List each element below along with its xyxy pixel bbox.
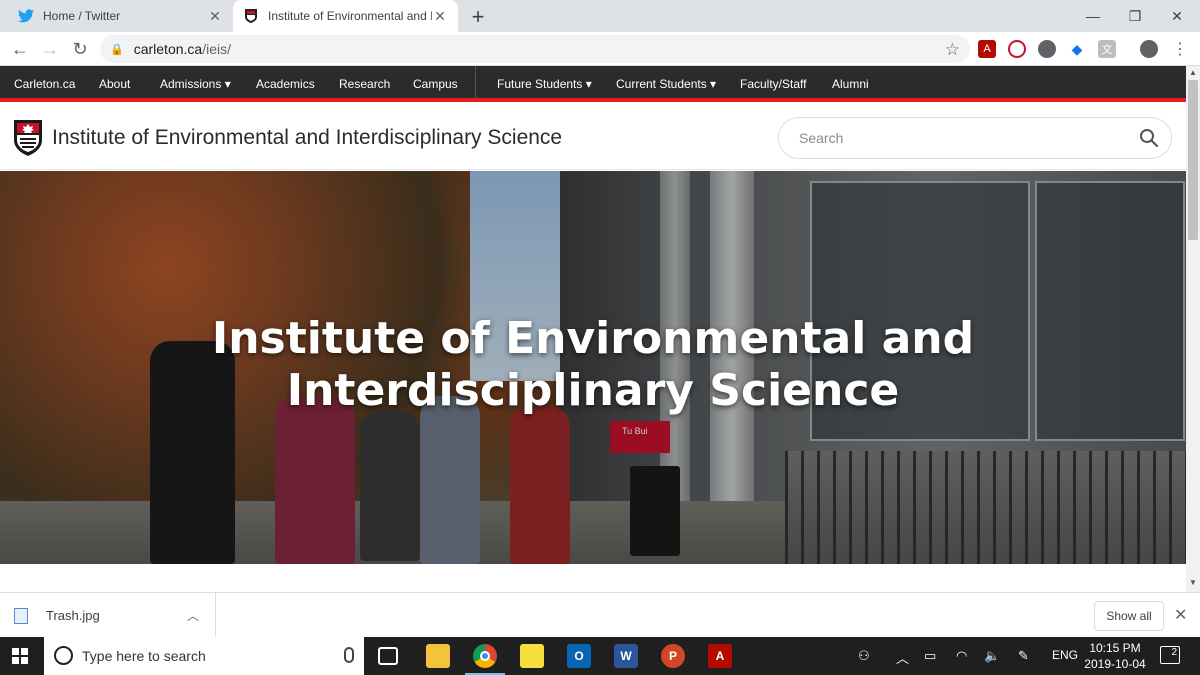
url-path: /ieis/ — [202, 41, 231, 57]
pen-workspace-icon[interactable]: ✎ — [1018, 648, 1029, 664]
tab-institute[interactable]: Institute of Environmental and Ir ✕ — [233, 0, 458, 32]
show-all-button[interactable]: Show all — [1094, 601, 1164, 631]
nav-divider — [475, 66, 476, 102]
site-title[interactable]: Institute of Environmental and Interdisc… — [52, 126, 562, 150]
close-tab-icon[interactable]: ✕ — [207, 8, 223, 25]
lock-icon: 🔒 — [110, 43, 124, 56]
address-bar[interactable]: 🔒 carleton.ca/ieis/ ☆ — [100, 35, 970, 63]
download-item[interactable]: Trash.jpg ︿ — [0, 593, 216, 638]
site-top-nav: Carleton.ca About Admissions ▾ Academics… — [0, 66, 1186, 102]
task-view-icon[interactable] — [378, 647, 398, 665]
wifi-icon[interactable]: ◠ — [956, 648, 967, 664]
browser-toolbar: ← → ↻ 🔒 carleton.ca/ieis/ ☆ A ◆ 文 ⋮ — [0, 32, 1200, 66]
nav-item-campus[interactable]: Campus — [413, 77, 458, 91]
twitter-bird-icon — [18, 8, 34, 24]
hero-banner: Tu Bui Institute of Environmental and In… — [0, 171, 1186, 564]
language-indicator[interactable]: ENG — [1052, 648, 1078, 662]
search-placeholder: Search — [799, 130, 844, 146]
browser-tab-strip: Home / Twitter ✕ Institute of Environmen… — [0, 0, 1200, 32]
extension-blue-icon[interactable]: ◆ — [1068, 40, 1086, 58]
nav-item-alumni[interactable]: Alumni — [832, 77, 869, 91]
file-explorer-icon[interactable] — [426, 644, 450, 668]
scrollbar-thumb[interactable] — [1188, 80, 1198, 240]
reload-icon[interactable]: ↻ — [68, 37, 92, 61]
image-file-icon — [14, 607, 28, 624]
profile-avatar-icon[interactable] — [1140, 40, 1158, 58]
search-icon[interactable] — [1139, 128, 1159, 148]
tab-twitter[interactable]: Home / Twitter ✕ — [8, 0, 233, 32]
scroll-down-arrow-icon[interactable]: ▼ — [1188, 578, 1198, 590]
taskbar-clock[interactable]: 10:15 PM 2019-10-04 — [1078, 640, 1152, 672]
acrobat-extension-icon[interactable]: A — [978, 40, 996, 58]
bookmark-star-icon[interactable]: ☆ — [945, 40, 960, 60]
hero-title-line-1: Institute of Environmental and — [211, 313, 975, 364]
windows-taskbar: Type here to search O W P A ⚇ ︿ ▭ ◠ 🔈 ✎ … — [0, 637, 1200, 675]
show-hidden-icons-chevron-icon[interactable]: ︿ — [896, 648, 909, 667]
scroll-up-arrow-icon[interactable]: ▲ — [1188, 68, 1198, 80]
new-tab-button[interactable]: + — [466, 4, 490, 30]
forward-arrow-icon[interactable]: → — [38, 37, 62, 61]
back-arrow-icon[interactable]: ← — [8, 37, 32, 61]
carleton-shield-logo[interactable] — [14, 120, 42, 156]
minimize-window-icon[interactable]: — — [1072, 0, 1114, 32]
microphone-icon[interactable] — [344, 647, 354, 663]
tab-title: Home / Twitter — [43, 9, 121, 23]
extension-grey-square-icon[interactable]: 文 — [1098, 40, 1116, 58]
nav-item-current-students[interactable]: Current Students ▾ — [616, 77, 716, 91]
nav-item-faculty-staff[interactable]: Faculty/Staff — [740, 77, 806, 91]
clock-time: 10:15 PM — [1089, 641, 1141, 655]
powerpoint-icon[interactable]: P — [661, 644, 685, 668]
site-header: Institute of Environmental and Interdisc… — [0, 106, 1186, 170]
page-scrollbar[interactable]: ▲ ▼ — [1186, 66, 1200, 592]
nav-item-admissions[interactable]: Admissions ▾ — [160, 77, 231, 91]
nav-item-future-students[interactable]: Future Students ▾ — [497, 77, 592, 91]
battery-icon[interactable]: ▭ — [924, 648, 936, 664]
hero-title: Institute of Environmental and Interdisc… — [0, 313, 1186, 417]
notification-count: 2 — [1171, 647, 1177, 658]
close-tab-icon[interactable]: ✕ — [432, 8, 448, 25]
volume-icon[interactable]: 🔈 — [984, 648, 1000, 664]
tab-title: Institute of Environmental and Ir — [268, 9, 432, 23]
cortana-circle-icon[interactable] — [54, 646, 73, 665]
carleton-shield-icon — [243, 8, 259, 24]
action-center-icon[interactable]: 2 — [1160, 646, 1180, 664]
acrobat-reader-icon[interactable]: A — [708, 644, 732, 668]
clock-date: 2019-10-04 — [1084, 657, 1146, 671]
nav-item-academics[interactable]: Academics — [256, 77, 315, 91]
people-icon[interactable]: ⚇ — [858, 648, 870, 664]
download-shelf: Trash.jpg ︿ Show all ✕ — [0, 592, 1200, 638]
menu-kebab-icon[interactable]: ⋮ — [1168, 37, 1192, 61]
taskbar-search-box[interactable]: Type here to search — [44, 637, 364, 675]
close-window-icon[interactable]: ✕ — [1156, 0, 1198, 32]
chevron-up-icon[interactable]: ︿ — [187, 607, 199, 624]
restore-window-icon[interactable]: ❐ — [1114, 0, 1156, 32]
url-host: carleton.ca — [133, 41, 203, 57]
site-search-input[interactable]: Search — [778, 117, 1172, 159]
windows-start-icon[interactable] — [12, 648, 28, 664]
nav-item-about[interactable]: About — [99, 77, 130, 91]
word-icon[interactable]: W — [614, 644, 638, 668]
close-download-bar-icon[interactable]: ✕ — [1174, 605, 1187, 625]
extension-grey-circle-icon[interactable] — [1038, 40, 1056, 58]
taskbar-search-placeholder: Type here to search — [82, 648, 206, 664]
hero-title-line-2: Interdisciplinary Science — [286, 365, 900, 416]
sticky-notes-icon[interactable] — [520, 644, 544, 668]
extension-red-circle-icon[interactable] — [1008, 40, 1026, 58]
outlook-icon[interactable]: O — [567, 644, 591, 668]
download-file-name: Trash.jpg — [46, 608, 100, 623]
nav-item-research[interactable]: Research — [339, 77, 390, 91]
nav-item-carleton[interactable]: Carleton.ca — [14, 77, 75, 91]
chrome-icon[interactable] — [465, 644, 505, 675]
